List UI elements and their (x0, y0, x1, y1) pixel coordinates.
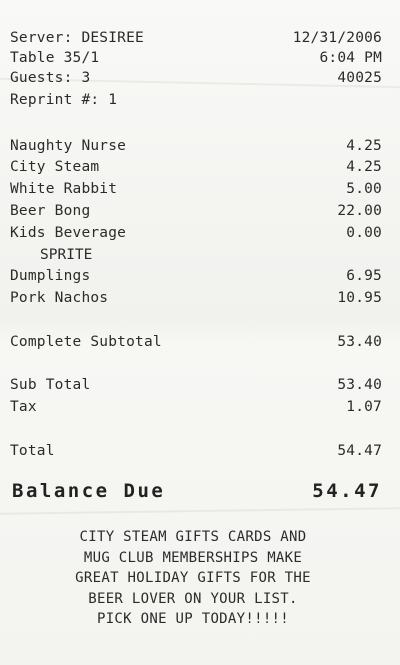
sub-total-value: 53.40 (337, 377, 382, 393)
tax-label: Tax (10, 399, 37, 415)
balance-due-label: Balance Due (12, 480, 166, 502)
server-name: Server: DESIREE (10, 30, 144, 46)
item-modifier: SPRITE (40, 247, 93, 263)
item-name: Kids Beverage (10, 225, 127, 241)
table-number: Table 35/1 (10, 50, 100, 66)
line-item: City Steam 4.25 (10, 158, 382, 176)
item-price: 0.00 (346, 225, 382, 241)
total-row: Total 54.47 (10, 442, 382, 460)
tax-row: Tax 1.07 (10, 398, 382, 416)
header-row-server: Server: DESIREE 12/31/2006 (10, 29, 382, 47)
header-row-table: Table 35/1 6:04 PM (10, 49, 382, 67)
line-item: Pork Nachos 10.95 (10, 289, 382, 307)
item-name: Naughty Nurse (10, 138, 127, 154)
sub-total-label: Sub Total (10, 377, 91, 393)
item-price: 6.95 (346, 268, 382, 284)
item-name: Pork Nachos (10, 290, 109, 306)
item-name: Beer Bong (10, 203, 91, 219)
total-value: 54.47 (337, 443, 382, 459)
promo-line: CITY STEAM GIFTS CARDS AND (79, 529, 307, 545)
balance-due-row: Balance Due 54.47 (12, 480, 382, 502)
complete-subtotal-label: Complete Subtotal (10, 334, 162, 350)
item-price: 4.25 (346, 138, 382, 154)
total-label: Total (10, 443, 55, 459)
reprint-number: Reprint #: 1 (10, 92, 118, 108)
promo-line: MUG CLUB MEMBERSHIPS MAKE (83, 549, 303, 566)
tax-value: 1.07 (346, 399, 382, 415)
line-item: Kids Beverage 0.00 (10, 224, 382, 242)
check-number: 40025 (337, 70, 382, 86)
promo-line: PICK ONE UP TODAY!!!!! (96, 611, 290, 627)
guest-count: Guests: 3 (10, 70, 91, 86)
item-price: 10.95 (337, 290, 382, 306)
promo-message: CITY STEAM GIFTS CARDS AND MUG CLUB MEMB… (0, 527, 386, 630)
receipt: Server: DESIREE 12/31/2006 Table 35/1 6:… (0, 0, 400, 665)
receipt-time: 6:04 PM (319, 50, 382, 66)
item-price: 22.00 (337, 203, 382, 219)
promo-line: GREAT HOLIDAY GIFTS FOR THE (75, 570, 311, 586)
sub-total-row: Sub Total 53.40 (10, 376, 382, 394)
line-item: Naughty Nurse 4.25 (10, 137, 382, 155)
paper-fold (0, 507, 400, 515)
receipt-date: 12/31/2006 (292, 30, 382, 46)
line-item: Beer Bong 22.00 (10, 202, 382, 220)
header-row-reprint: Reprint #: 1 (10, 91, 382, 109)
item-name: White Rabbit (10, 181, 118, 197)
complete-subtotal-value: 53.40 (337, 334, 382, 350)
line-item: White Rabbit 5.00 (10, 180, 382, 198)
header-row-guests: Guests: 3 40025 (10, 69, 382, 87)
promo-line: BEER LOVER ON YOUR LIST. (88, 590, 298, 607)
line-item: Dumplings 6.95 (10, 267, 382, 285)
complete-subtotal-row: Complete Subtotal 53.40 (10, 333, 382, 351)
item-price: 5.00 (346, 181, 382, 197)
item-name: Dumplings (10, 268, 91, 284)
balance-due-value: 54.47 (312, 480, 382, 502)
item-name: City Steam (10, 159, 100, 175)
item-price: 4.25 (346, 159, 382, 175)
